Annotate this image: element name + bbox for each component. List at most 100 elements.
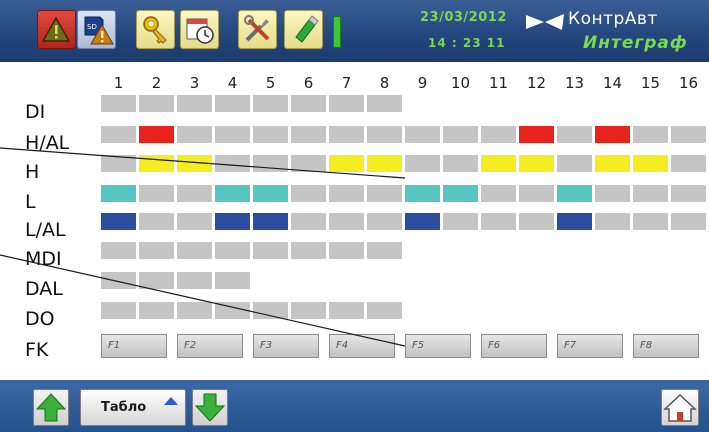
signal-cell [329,155,364,172]
signal-cell [633,155,668,172]
signal-cell [139,213,174,230]
signal-cell [481,126,516,143]
signal-cell [329,242,364,259]
signal-cell [329,185,364,202]
key-icon [143,16,167,44]
kontravt-logo-icon [526,14,564,30]
signal-cell [405,155,440,172]
signal-cell [443,126,478,143]
signal-cell [253,95,288,112]
status-indicator-bar [333,16,341,48]
signal-cell [367,185,402,202]
product-name: Интеграф [583,33,688,53]
signal-cell [519,213,554,230]
signal-cell [367,155,402,172]
signal-cell [177,272,212,289]
signal-cell [633,126,668,143]
column-number: 5 [265,74,276,92]
arrow-up-icon [35,393,67,422]
usb-drive-icon [295,15,319,43]
signal-cell [101,155,136,172]
tools-button[interactable] [238,10,277,49]
function-key-f4[interactable]: F4 [329,334,395,358]
signal-cell [101,242,136,259]
column-number: 3 [189,74,200,92]
page-up-button[interactable] [33,389,69,426]
signal-cell [595,213,630,230]
row-label: MDI [25,248,62,270]
signal-cell [671,185,706,202]
home-icon [663,393,697,422]
signal-cell [139,95,174,112]
signal-cell [519,185,554,202]
signal-cell [215,213,250,230]
column-number: 15 [640,74,661,92]
function-key-f5[interactable]: F5 [405,334,471,358]
signal-cell [633,213,668,230]
signal-cell [481,155,516,172]
signal-cell [139,185,174,202]
signal-cell [405,213,440,230]
row-label: DO [25,308,55,330]
signal-cell [557,213,592,230]
caret-up-icon [164,397,178,405]
current-time: 14 : 23 11 [428,36,506,50]
brand-name: КонтрАвт [568,9,658,29]
alarm-warning-icon [41,16,71,42]
tablo-menu-button[interactable]: Табло [80,389,186,426]
fk-row-label: FK [25,339,49,361]
signal-cell [291,242,326,259]
row-label: H [25,161,40,183]
signal-cell [139,126,174,143]
column-number: 2 [151,74,162,92]
function-key-f7[interactable]: F7 [557,334,623,358]
function-key-f3[interactable]: F3 [253,334,319,358]
function-key-f8[interactable]: F8 [633,334,699,358]
signal-cell [633,185,668,202]
function-key-f2[interactable]: F2 [177,334,243,358]
signal-cell [139,242,174,259]
signal-cell [291,302,326,319]
alarm-warning-button[interactable] [37,10,76,49]
column-number: 8 [379,74,390,92]
page-down-button[interactable] [192,389,228,426]
signal-cell [253,302,288,319]
signal-cell [481,213,516,230]
signal-cell [443,185,478,202]
signal-cell [101,302,136,319]
function-key-f1[interactable]: F1 [101,334,167,358]
signal-cell [481,185,516,202]
signal-cell [443,213,478,230]
column-number: 7 [341,74,352,92]
signal-cell [671,126,706,143]
column-number: 13 [564,74,585,92]
signal-cell [139,302,174,319]
home-button[interactable] [661,389,699,426]
signal-cell [405,126,440,143]
signal-cell [177,213,212,230]
key-button[interactable] [136,10,175,49]
signal-cell [519,155,554,172]
svg-text:SD: SD [87,23,97,31]
signal-cell [215,95,250,112]
signal-cell [253,185,288,202]
signal-cell [329,302,364,319]
signal-cell [595,126,630,143]
tablo-label: Табло [101,400,147,415]
sd-card-warning-button[interactable]: SD [77,10,116,49]
signal-cell [177,126,212,143]
signal-cell [329,95,364,112]
signal-cell [367,302,402,319]
usb-drive-button[interactable] [284,10,323,49]
top-toolbar: SD 23/03/2012 14: 23 11 КонтрАвт Интегр… [0,0,709,62]
calendar-clock-button[interactable] [180,10,219,49]
function-key-f6[interactable]: F6 [481,334,547,358]
signal-cell [595,185,630,202]
row-label: DI [25,101,46,123]
signal-cell [101,213,136,230]
column-number: 11 [488,74,509,92]
signal-cell [215,155,250,172]
signal-cell [253,155,288,172]
signal-cell [253,126,288,143]
signal-cell [519,126,554,143]
